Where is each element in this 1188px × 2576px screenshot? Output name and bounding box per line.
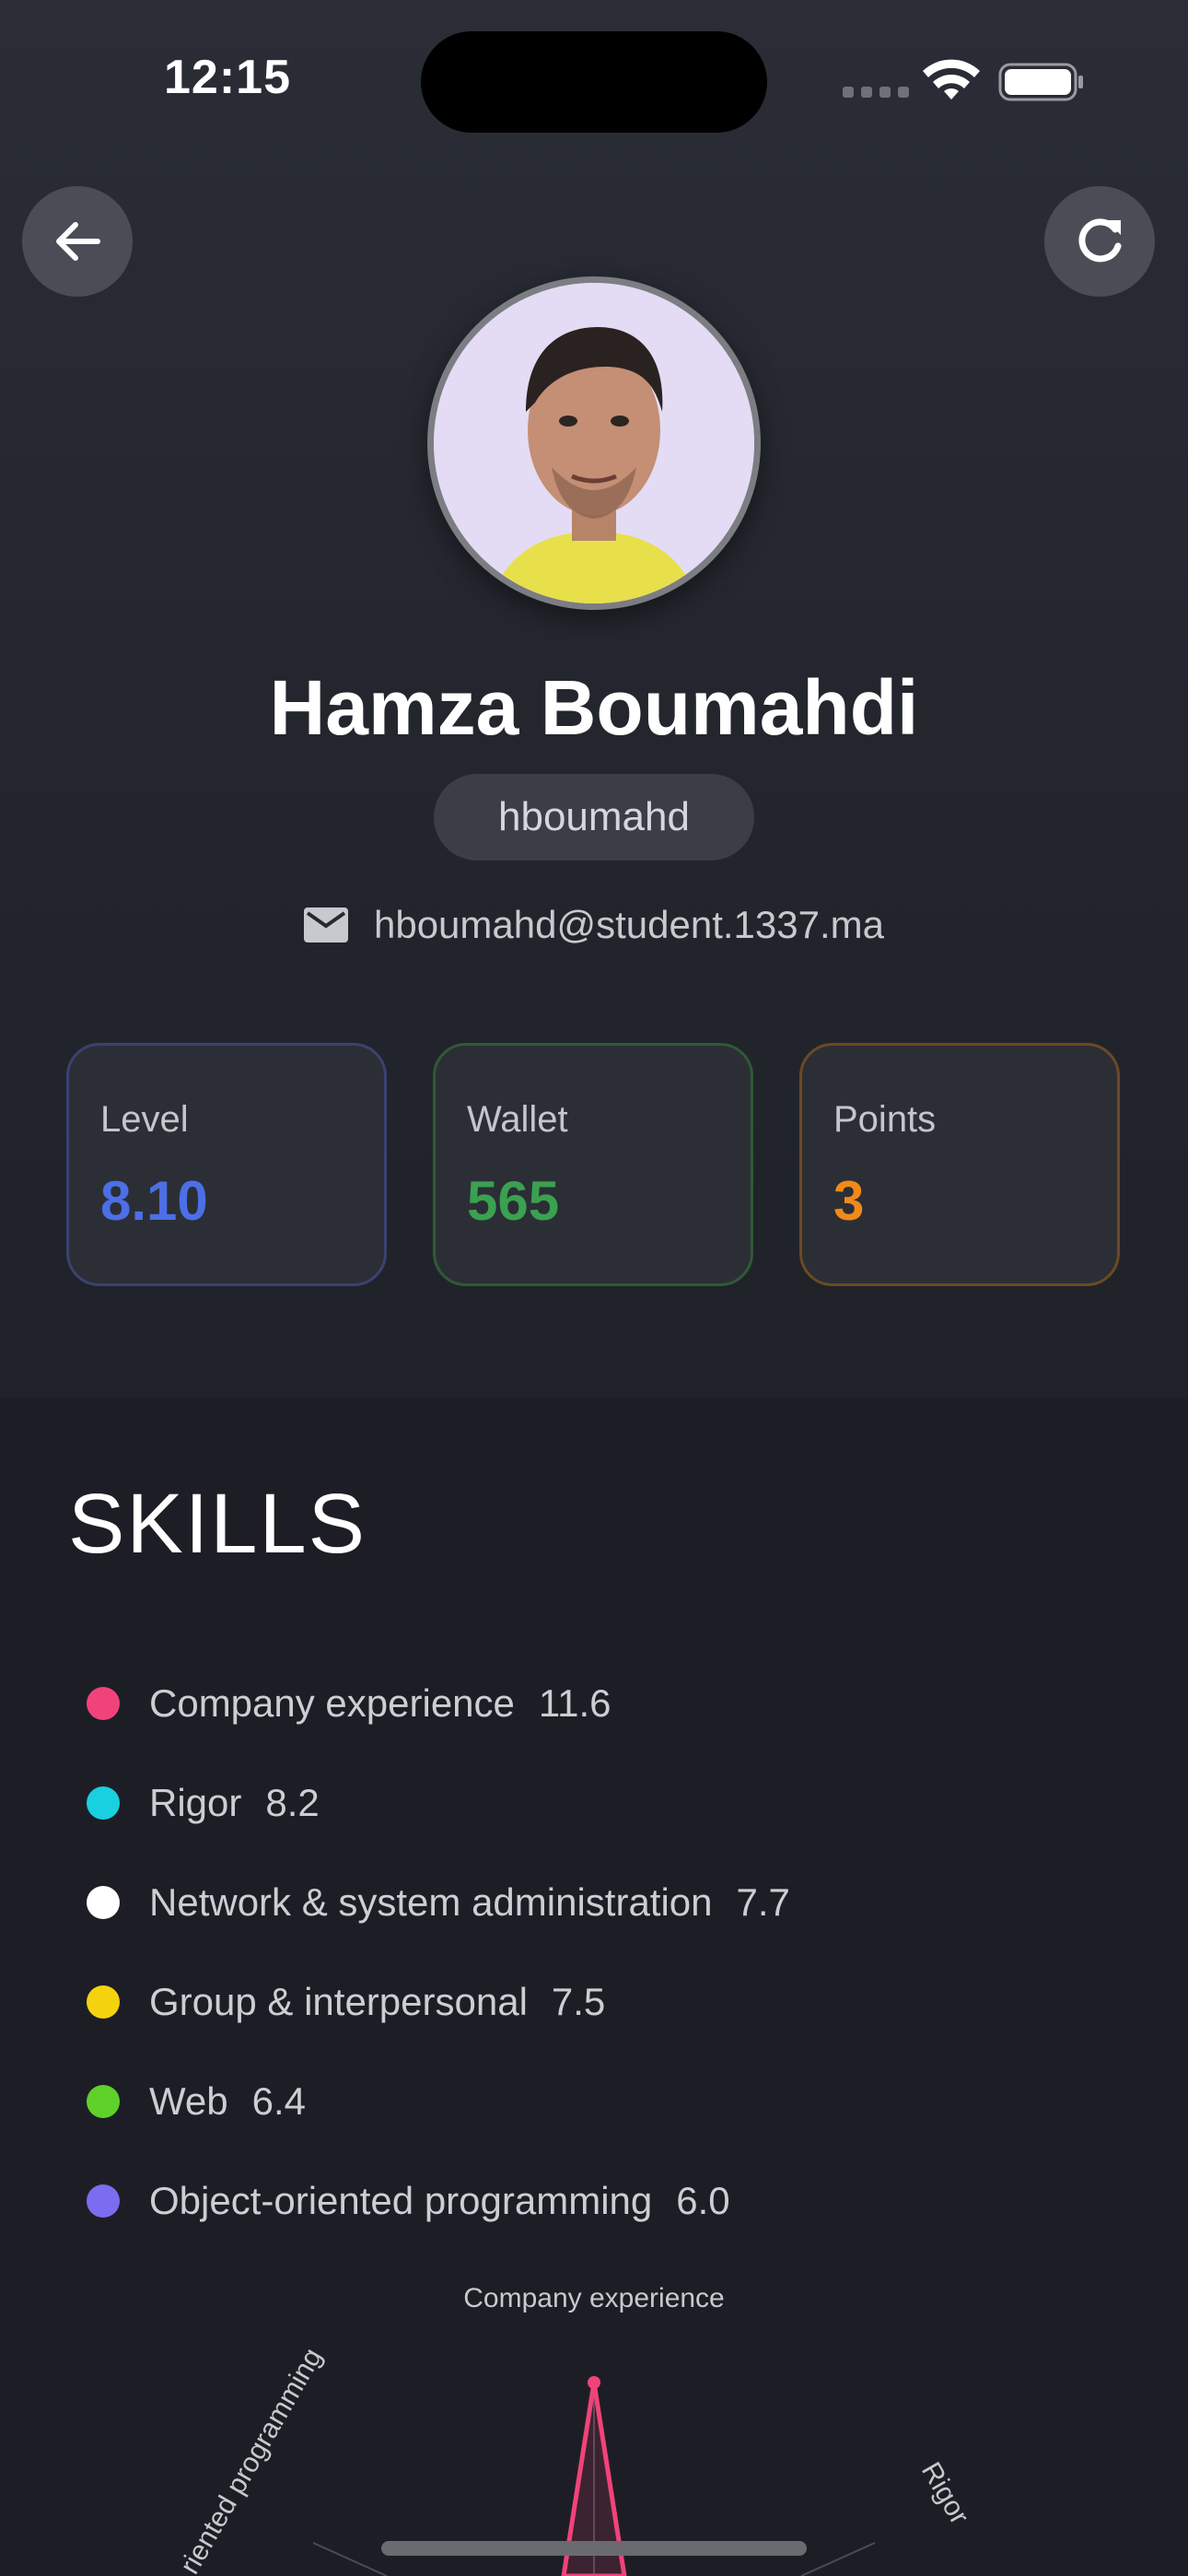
status-time: 12:15 <box>164 51 291 104</box>
skill-value: 6.4 <box>251 2079 306 2123</box>
skill-item: Rigor 8.2 <box>87 1753 790 1853</box>
skill-list: Company experience 11.6 Rigor 8.2 Networ… <box>87 1654 790 2251</box>
skill-value: 7.7 <box>736 1880 790 1924</box>
stat-value: 565 <box>467 1170 560 1232</box>
stat-label: Wallet <box>467 1099 568 1140</box>
stat-value: 8.10 <box>100 1170 208 1232</box>
user-login-badge: hboumahd <box>434 774 754 861</box>
stat-card-level: Level 8.10 <box>66 1043 387 1286</box>
arrow-left-icon <box>56 222 100 261</box>
skill-color-dot <box>87 1985 120 2019</box>
cellular-signal-icon <box>843 87 909 98</box>
skill-color-dot <box>87 2085 120 2118</box>
stat-card-wallet: Wallet 565 <box>433 1043 753 1286</box>
skill-value: 8.2 <box>265 1781 320 1824</box>
stat-value: 3 <box>833 1170 865 1232</box>
skill-color-dot <box>87 1786 120 1820</box>
skill-name: Company experience <box>149 1681 515 1725</box>
skill-item: Object-oriented programming 6.0 <box>87 2151 790 2251</box>
dynamic-island <box>421 31 767 133</box>
skill-name: Object-oriented programming <box>149 2179 653 2222</box>
skills-title: SKILLS <box>68 1477 367 1571</box>
skill-item: Company experience 11.6 <box>87 1654 790 1753</box>
avatar <box>427 276 761 610</box>
wifi-icon <box>923 59 980 100</box>
skill-item: Group & interpersonal 7.5 <box>87 1952 790 2052</box>
skill-item: Network & system administration 7.7 <box>87 1853 790 1952</box>
skill-value: 11.6 <box>538 1681 611 1725</box>
skills-radar-chart: Company experience riented programming R… <box>174 2283 974 2576</box>
skill-name: Rigor <box>149 1781 242 1824</box>
skill-value: 7.5 <box>551 1980 606 2023</box>
battery-icon <box>998 63 1083 101</box>
radar-data-point <box>588 2376 600 2389</box>
skill-name: Group & interpersonal <box>149 1980 528 2023</box>
avatar-photo <box>434 283 754 603</box>
refresh-button[interactable] <box>1044 186 1155 297</box>
user-email: hboumahd@student.1337.ma <box>373 903 885 946</box>
user-login: hboumahd <box>498 794 690 839</box>
back-button[interactable] <box>22 186 133 297</box>
radar-label-top: Company experience <box>463 2283 725 2313</box>
radar-axis <box>312 2542 388 2576</box>
radar-axis <box>800 2542 876 2576</box>
skill-item: Web 6.4 <box>87 2052 790 2151</box>
home-indicator[interactable] <box>381 2541 807 2556</box>
skill-name: Network & system administration <box>149 1880 713 1924</box>
refresh-icon <box>1078 218 1122 263</box>
stat-card-points: Points 3 <box>799 1043 1120 1286</box>
user-full-name: Hamza Boumahdi <box>269 664 919 751</box>
radar-label-left: riented programming <box>174 2343 328 2576</box>
skill-name: Web <box>149 2079 228 2123</box>
stat-label: Level <box>100 1099 189 1140</box>
skill-color-dot <box>87 2184 120 2218</box>
email-row: hboumahd@student.1337.ma <box>0 903 1188 947</box>
skill-color-dot <box>87 1687 120 1720</box>
stat-label: Points <box>833 1099 937 1140</box>
mail-icon <box>303 907 348 943</box>
skill-value: 6.0 <box>676 2179 730 2222</box>
radar-label-right: Rigor <box>915 2457 974 2530</box>
skill-color-dot <box>87 1886 120 1919</box>
